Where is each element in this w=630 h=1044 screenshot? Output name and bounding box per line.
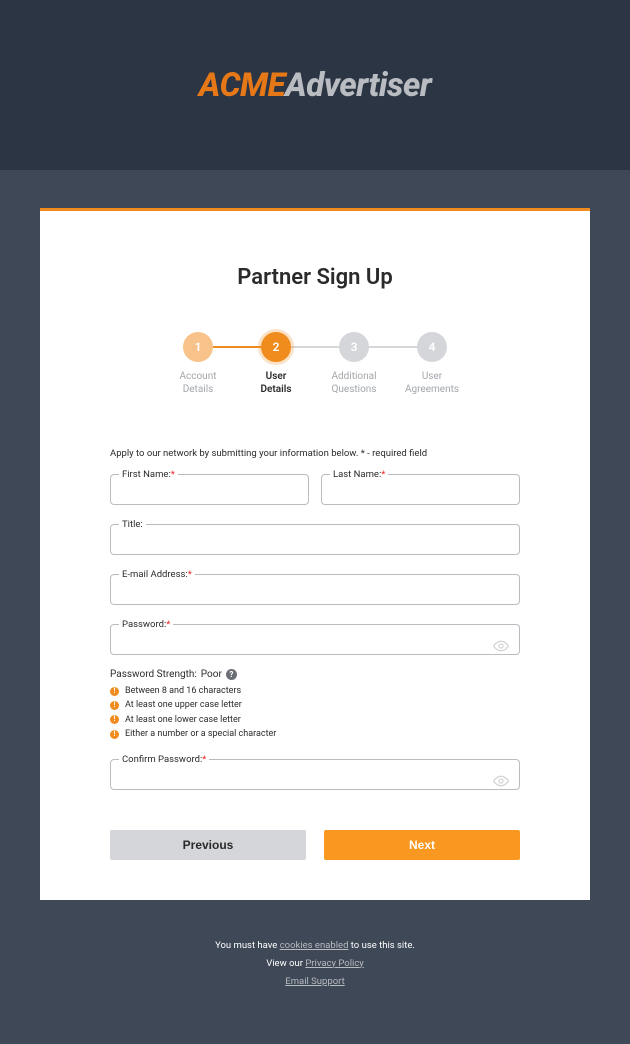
password-strength-label: Password Strength: bbox=[110, 669, 197, 680]
row-name: First Name:* Last Name:* bbox=[110, 469, 520, 505]
privacy-link[interactable]: Privacy Policy bbox=[305, 958, 363, 969]
last-name-label: Last Name:* bbox=[330, 469, 388, 480]
last-name-input[interactable] bbox=[332, 480, 509, 504]
confirm-password-label: Confirm Password:* bbox=[119, 754, 209, 765]
password-rule: !At least one upper case letter bbox=[110, 698, 520, 712]
previous-button[interactable]: Previous bbox=[110, 830, 306, 860]
row-title: Title: bbox=[110, 519, 520, 555]
alert-icon: ! bbox=[110, 715, 119, 724]
logo-part1: ACME bbox=[199, 66, 285, 105]
password-label: Password:* bbox=[119, 619, 173, 630]
password-rule: !Between 8 and 16 characters bbox=[110, 684, 520, 698]
step-2-circle: 2 bbox=[261, 332, 291, 362]
email-support-link: Email Support bbox=[40, 976, 590, 987]
step-1-circle: 1 bbox=[183, 332, 213, 362]
footer: You must have cookies enabled to use thi… bbox=[40, 900, 590, 1014]
step-4: 4 UserAgreements bbox=[393, 332, 471, 396]
cookies-link[interactable]: cookies enabled bbox=[280, 940, 349, 951]
first-name-input[interactable] bbox=[121, 480, 298, 504]
step-1-label: AccountDetails bbox=[179, 370, 216, 396]
password-strength-value: Poor bbox=[201, 669, 222, 680]
email-fieldset: E-mail Address:* bbox=[110, 569, 520, 605]
step-3-label: AdditionalQuestions bbox=[331, 370, 376, 396]
step-line-3 bbox=[369, 346, 417, 348]
privacy-notice: View our Privacy Policy bbox=[40, 958, 590, 969]
alert-icon: ! bbox=[110, 701, 119, 710]
title-fieldset: Title: bbox=[110, 519, 520, 555]
next-button[interactable]: Next bbox=[324, 830, 520, 860]
alert-icon: ! bbox=[110, 730, 119, 739]
row-password: Password:* bbox=[110, 619, 520, 655]
last-name-fieldset: Last Name:* bbox=[321, 469, 520, 505]
step-1[interactable]: 1 AccountDetails bbox=[159, 332, 237, 396]
row-email: E-mail Address:* bbox=[110, 569, 520, 605]
logo: ACMEAdvertiser bbox=[199, 66, 432, 105]
step-2-label: UserDetails bbox=[261, 370, 292, 396]
alert-icon: ! bbox=[110, 687, 119, 696]
confirm-password-input[interactable] bbox=[121, 765, 509, 789]
logo-part2: Advertiser bbox=[285, 66, 431, 105]
row-confirm-password: Confirm Password:* bbox=[110, 754, 520, 790]
step-4-circle: 4 bbox=[417, 332, 447, 362]
password-strength: Password Strength: Poor ? bbox=[110, 669, 520, 680]
eye-icon[interactable] bbox=[493, 773, 509, 789]
first-name-fieldset: First Name:* bbox=[110, 469, 309, 505]
confirm-password-fieldset: Confirm Password:* bbox=[110, 754, 520, 790]
button-row: Previous Next bbox=[110, 830, 520, 860]
main-wrap: Partner Sign Up 1 AccountDetails 2 UserD… bbox=[0, 170, 630, 1044]
password-input[interactable] bbox=[121, 630, 509, 654]
stepper: 1 AccountDetails 2 UserDetails 3 Additio… bbox=[110, 332, 520, 396]
email-label: E-mail Address:* bbox=[119, 569, 195, 580]
page-header: ACMEAdvertiser bbox=[0, 0, 630, 170]
password-rule: !Either a number or a special character bbox=[110, 727, 520, 741]
instruction-text: Apply to our network by submitting your … bbox=[110, 448, 520, 459]
title-input[interactable] bbox=[121, 530, 509, 554]
step-3: 3 AdditionalQuestions bbox=[315, 332, 393, 396]
eye-icon[interactable] bbox=[493, 638, 509, 654]
step-2[interactable]: 2 UserDetails bbox=[237, 332, 315, 396]
step-3-circle: 3 bbox=[339, 332, 369, 362]
first-name-label: First Name:* bbox=[119, 469, 178, 480]
signup-card: Partner Sign Up 1 AccountDetails 2 UserD… bbox=[40, 208, 590, 900]
step-line-1 bbox=[213, 346, 261, 348]
password-rules: !Between 8 and 16 characters !At least o… bbox=[110, 684, 520, 742]
step-line-2 bbox=[291, 346, 339, 348]
page-title: Partner Sign Up bbox=[110, 265, 520, 290]
password-fieldset: Password:* bbox=[110, 619, 520, 655]
cookies-notice: You must have cookies enabled to use thi… bbox=[40, 940, 590, 951]
password-rule: !At least one lower case letter bbox=[110, 713, 520, 727]
email-support[interactable]: Email Support bbox=[285, 976, 344, 987]
title-label: Title: bbox=[119, 519, 146, 530]
email-input[interactable] bbox=[121, 580, 509, 604]
step-4-label: UserAgreements bbox=[405, 370, 459, 396]
help-icon[interactable]: ? bbox=[226, 669, 237, 680]
